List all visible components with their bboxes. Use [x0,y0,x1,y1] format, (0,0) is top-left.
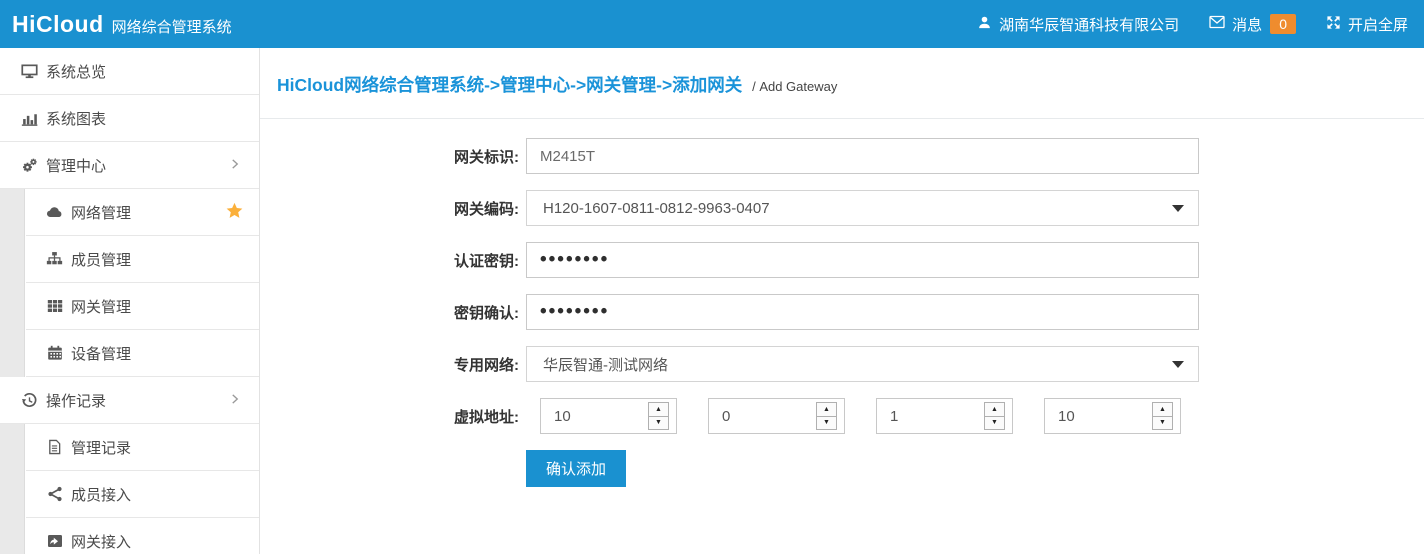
fullscreen-button[interactable]: 开启全屏 [1326,14,1408,35]
main-content: HiCloud网络综合管理系统->管理中心->网关管理->添加网关 / Add … [260,48,1424,554]
spin-down-icon[interactable]: ▼ [985,417,1004,430]
sidebar-item-label: 成员接入 [71,484,131,505]
gateway-id-input[interactable] [526,138,1199,174]
sidebar-item-system-overview[interactable]: 系统总览 [0,48,259,95]
top-header: HiCloud 网络综合管理系统 湖南华辰智通科技有限公司 消息 0 [0,0,1424,48]
current-user[interactable]: 湖南华辰智通科技有限公司 [977,14,1179,35]
sidebar-item-label: 网关管理 [71,296,131,317]
key-confirm-row: 密钥确认: [260,294,1424,330]
sidebar-item-management-center[interactable]: 管理中心 [0,142,259,189]
sidebar-item-management-records[interactable]: 管理记录 [26,424,259,471]
virtual-address-octet-4[interactable]: 10 ▲ ▼ [1044,398,1181,434]
sidebar-item-gateway-management[interactable]: 网关管理 [26,283,259,330]
add-gateway-form: 网关标识: 网关编码: H120-1607-0811-0812-9963-040… [260,119,1424,487]
history-icon [21,392,38,409]
key-confirm-label: 密钥确认: [260,302,519,323]
submenu-indent-strip [0,189,25,377]
logo-text: HiCloud [12,11,104,38]
octet-value: 10 [1058,408,1075,425]
spin-up-icon[interactable]: ▲ [985,403,1004,417]
sidebar-item-network-management[interactable]: 网络管理 [26,189,259,236]
document-icon [46,439,63,456]
sidebar-item-label: 管理中心 [46,155,106,176]
sidebar-item-label: 设备管理 [71,343,131,364]
cloud-icon [46,204,63,221]
share-square-icon [46,533,63,550]
sidebar-item-label: 成员管理 [71,249,131,270]
virtual-address-label: 虚拟地址: [260,406,519,427]
private-network-label: 专用网络: [260,354,519,375]
submenu-indent-strip [0,424,25,554]
breadcrumb-suffix: / Add Gateway [752,79,837,94]
sidebar-item-label: 管理记录 [71,437,131,458]
sidebar-item-label: 网关接入 [71,531,131,552]
private-network-row: 专用网络: 华辰智通-测试网络 [260,346,1424,382]
gateway-id-label: 网关标识: [260,146,519,167]
virtual-address-octet-2[interactable]: 0 ▲ ▼ [708,398,845,434]
breadcrumb-path: HiCloud网络综合管理系统->管理中心->网关管理->添加网关 [277,75,742,95]
caret-down-icon [1172,205,1184,212]
virtual-address-octet-1[interactable]: 10 ▲ ▼ [540,398,677,434]
private-network-select[interactable]: 华辰智通-测试网络 [526,346,1199,382]
logo-subtitle: 网络综合管理系统 [112,16,232,37]
octet-value: 0 [722,408,730,425]
messages-label: 消息 [1232,14,1262,35]
user-icon [977,15,999,34]
sidebar-item-label: 操作记录 [46,390,106,411]
sidebar-item-system-charts[interactable]: 系统图表 [0,95,259,142]
spin-down-icon[interactable]: ▼ [649,417,668,430]
octet-value: 1 [890,408,898,425]
virtual-address-octet-3[interactable]: 1 ▲ ▼ [876,398,1013,434]
sidebar: 系统总览 系统图表 [0,48,260,554]
chevron-right-icon [229,392,241,409]
bar-chart-icon [21,110,38,127]
desktop-icon [21,63,38,80]
gateway-code-value: H120-1607-0811-0812-9963-0407 [543,200,770,217]
sidebar-item-label: 网络管理 [71,202,131,223]
confirm-add-button[interactable]: 确认添加 [526,450,626,487]
spin-up-icon[interactable]: ▲ [817,403,836,417]
auth-key-row: 认证密钥: [260,242,1424,278]
grid-icon [46,298,63,315]
favorite-star-icon [226,202,243,223]
share-icon [46,486,63,503]
virtual-address-row: 虚拟地址: 10 ▲ ▼ 0 ▲ ▼ [260,398,1424,434]
spin-up-icon[interactable]: ▲ [1153,403,1172,417]
sidebar-item-member-access[interactable]: 成员接入 [26,471,259,518]
messages-button[interactable]: 消息 0 [1209,14,1296,35]
messages-count-badge: 0 [1270,14,1296,34]
chevron-right-icon [229,157,241,174]
gateway-code-select[interactable]: H120-1607-0811-0812-9963-0407 [526,190,1199,226]
octet-value: 10 [554,408,571,425]
sidebar-item-label: 系统图表 [46,108,106,129]
sidebar-item-member-management[interactable]: 成员管理 [26,236,259,283]
gateway-code-row: 网关编码: H120-1607-0811-0812-9963-0407 [260,190,1424,226]
gateway-id-row: 网关标识: [260,138,1424,174]
caret-down-icon [1172,361,1184,368]
breadcrumb: HiCloud网络综合管理系统->管理中心->网关管理->添加网关 / Add … [260,48,1424,97]
fullscreen-icon [1326,15,1348,34]
envelope-icon [1209,15,1232,33]
spin-down-icon[interactable]: ▼ [1153,417,1172,430]
key-confirm-input[interactable] [526,294,1199,330]
gateway-code-label: 网关编码: [260,198,519,219]
auth-key-input[interactable] [526,242,1199,278]
sidebar-item-device-management[interactable]: 设备管理 [26,330,259,377]
sidebar-item-gateway-access[interactable]: 网关接入 [26,518,259,554]
fullscreen-label: 开启全屏 [1348,14,1408,35]
auth-key-label: 认证密钥: [260,250,519,271]
gears-icon [21,157,38,174]
app-logo: HiCloud 网络综合管理系统 [12,11,232,38]
spin-up-icon[interactable]: ▲ [649,403,668,417]
sidebar-item-operation-records[interactable]: 操作记录 [0,377,259,424]
private-network-value: 华辰智通-测试网络 [543,354,668,375]
spin-down-icon[interactable]: ▼ [817,417,836,430]
sitemap-icon [46,251,63,268]
calendar-icon [46,345,63,362]
sidebar-item-label: 系统总览 [46,61,106,82]
user-name: 湖南华辰智通科技有限公司 [999,14,1179,35]
